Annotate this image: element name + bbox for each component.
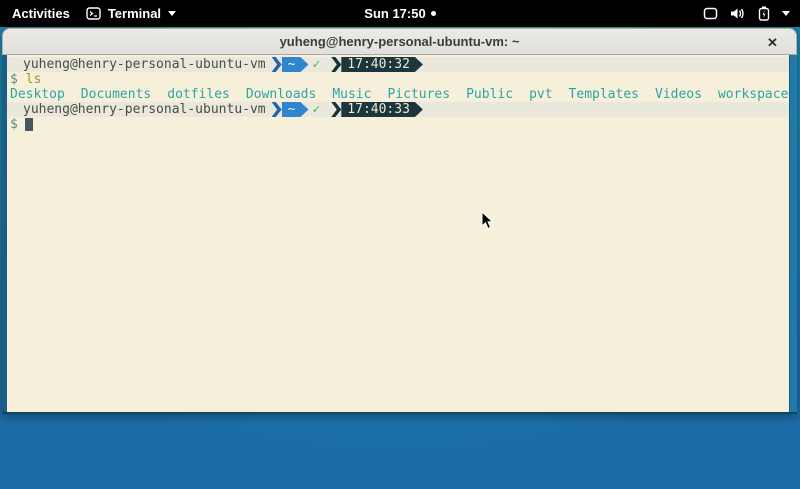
- dir-entry: dotfiles: [167, 87, 230, 102]
- prompt-time-segment: 17:40:32: [341, 57, 423, 72]
- command-line: $ ls: [7, 72, 797, 87]
- chevron-down-icon: [168, 11, 176, 16]
- dir-entry: pvt: [529, 87, 552, 102]
- prompt-cwd-segment: ~: [282, 57, 309, 72]
- prompt-line-2: yuheng@henry-personal-ubuntu-vm ~ ✓ 17:4…: [7, 102, 797, 117]
- topbar-left-group: Activities Terminal: [12, 6, 176, 21]
- dir-entry: Public: [466, 87, 513, 102]
- window-bottom-border: [2, 412, 797, 414]
- dir-entry: Downloads: [246, 87, 316, 102]
- volume-icon: [730, 7, 746, 20]
- battery-charging-icon: [758, 6, 770, 21]
- terminal-app-icon: [86, 7, 101, 20]
- prompt-symbol: $: [10, 117, 18, 132]
- powerline-chevron-icon: [331, 57, 341, 72]
- powerline-chevron-icon: [331, 102, 341, 117]
- dir-entry: workspace: [718, 87, 788, 102]
- current-input-line[interactable]: $: [7, 117, 797, 132]
- dir-entry: Videos: [655, 87, 702, 102]
- notification-dot-icon: [431, 11, 436, 16]
- prompt-user-host: yuheng@henry-personal-ubuntu-vm: [10, 57, 266, 72]
- prompt-cwd-segment: ~: [282, 102, 309, 117]
- typed-command: ls: [26, 72, 42, 87]
- top-bar: Activities Terminal Sun 17:50: [0, 0, 800, 27]
- dir-entry: Desktop: [10, 87, 65, 102]
- prompt-symbol: $: [10, 72, 18, 87]
- close-button[interactable]: ✕: [763, 33, 782, 52]
- prompt-line-1: yuheng@henry-personal-ubuntu-vm ~ ✓ 17:4…: [7, 57, 797, 72]
- window-titlebar[interactable]: yuheng@henry-personal-ubuntu-vm: ~ ✕: [2, 28, 797, 55]
- status-check-icon: ✓: [312, 57, 320, 72]
- dir-entry: Music: [332, 87, 371, 102]
- system-status-area[interactable]: [703, 0, 790, 27]
- window-title: yuheng@henry-personal-ubuntu-vm: ~: [280, 34, 520, 49]
- clock-button[interactable]: Sun 17:50: [364, 6, 425, 21]
- chevron-down-icon: [782, 11, 790, 16]
- terminal-content[interactable]: yuheng@henry-personal-ubuntu-vm ~ ✓ 17:4…: [2, 55, 797, 413]
- powerline-chevron-icon: [272, 102, 282, 117]
- dir-entry: Templates: [569, 87, 639, 102]
- powerline-chevron-icon: [272, 57, 282, 72]
- activities-button[interactable]: Activities: [12, 6, 70, 21]
- mouse-pointer: [481, 211, 494, 235]
- terminal-window: yuheng@henry-personal-ubuntu-vm: ~ ✕ yuh…: [2, 28, 797, 413]
- prompt-user-host: yuheng@henry-personal-ubuntu-vm: [10, 102, 266, 117]
- dir-entry: Documents: [81, 87, 151, 102]
- ls-output-line: Desktop Documents dotfiles Downloads Music Pi…: [7, 87, 797, 102]
- dir-entry: Pictures: [387, 87, 450, 102]
- prompt-time-segment: 17:40:33: [341, 102, 423, 117]
- text-cursor: [25, 118, 33, 131]
- screen-icon: [703, 7, 718, 20]
- app-menu-label: Terminal: [108, 6, 161, 21]
- app-menu-button[interactable]: Terminal: [86, 6, 176, 21]
- terminal-scrollbar[interactable]: [789, 55, 797, 413]
- status-check-icon: ✓: [312, 102, 320, 117]
